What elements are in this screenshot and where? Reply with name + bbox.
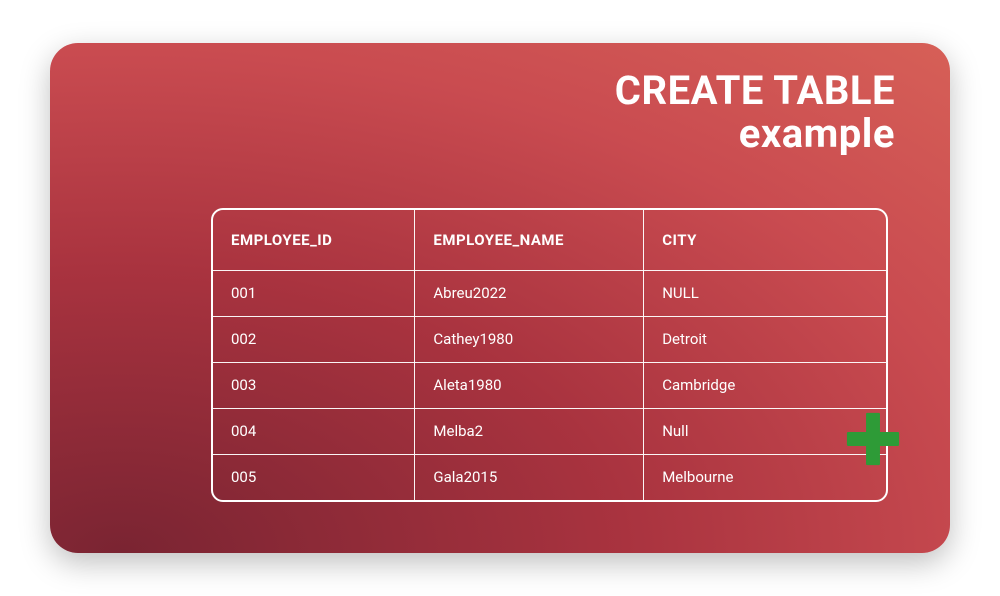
employee-table-wrap: EMPLOYEE_ID EMPLOYEE_NAME CITY 001Abreu2… bbox=[211, 208, 888, 502]
table-row: 001Abreu2022NULL bbox=[213, 270, 886, 316]
table-row: 003Aleta1980Cambridge bbox=[213, 362, 886, 408]
col-header-employee-name: EMPLOYEE_NAME bbox=[415, 210, 644, 270]
col-header-employee-id: EMPLOYEE_ID bbox=[213, 210, 415, 270]
table-cell: Detroit bbox=[644, 316, 886, 362]
table-cell: 003 bbox=[213, 362, 415, 408]
title-line-1: CREATE TABLE bbox=[615, 69, 895, 112]
table-cell: Aleta1980 bbox=[415, 362, 644, 408]
col-header-city: CITY bbox=[644, 210, 886, 270]
table-body: 001Abreu2022NULL002Cathey1980Detroit003A… bbox=[213, 270, 886, 500]
table-header-row: EMPLOYEE_ID EMPLOYEE_NAME CITY bbox=[213, 210, 886, 270]
card-container: CREATE TABLE example EMPLOYEE_ID EMPLOYE… bbox=[50, 43, 950, 553]
title-line-2: example bbox=[615, 112, 895, 155]
table-cell: Cathey1980 bbox=[415, 316, 644, 362]
table-cell: NULL bbox=[644, 270, 886, 316]
table-row: 005Gala2015Melbourne bbox=[213, 454, 886, 500]
table-cell: Abreu2022 bbox=[415, 270, 644, 316]
table-row: 002Cathey1980Detroit bbox=[213, 316, 886, 362]
table-cell: Gala2015 bbox=[415, 454, 644, 500]
employee-table: EMPLOYEE_ID EMPLOYEE_NAME CITY 001Abreu2… bbox=[213, 210, 886, 500]
table-cell: Melba2 bbox=[415, 408, 644, 454]
table-cell: 004 bbox=[213, 408, 415, 454]
table-cell: 005 bbox=[213, 454, 415, 500]
table-row: 004Melba2Null bbox=[213, 408, 886, 454]
page-title: CREATE TABLE example bbox=[615, 69, 895, 155]
table-cell: 002 bbox=[213, 316, 415, 362]
table-cell: 001 bbox=[213, 270, 415, 316]
plus-icon bbox=[844, 410, 902, 468]
table-cell: Cambridge bbox=[644, 362, 886, 408]
